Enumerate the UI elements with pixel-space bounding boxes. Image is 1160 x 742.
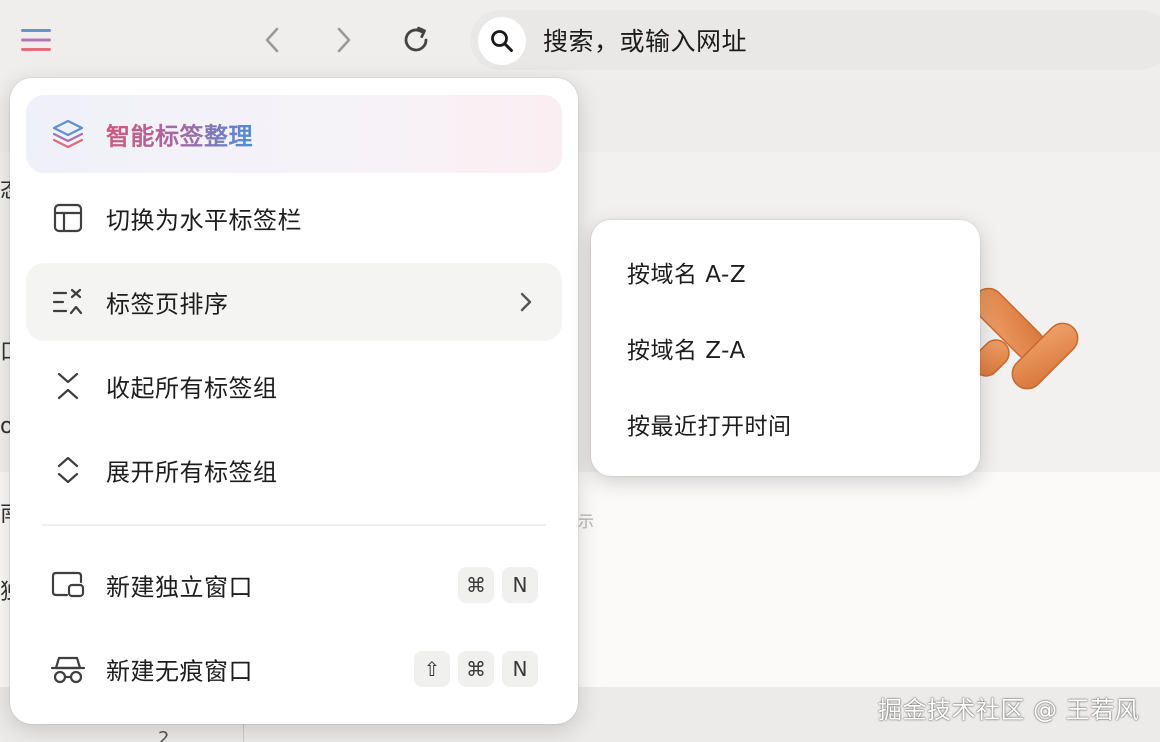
hamburger-menu-button[interactable]	[14, 20, 58, 60]
menu-item-horizontal-tabs[interactable]: 切换为水平标签栏	[26, 179, 562, 257]
background-text: o	[0, 414, 10, 439]
shortcut-shift-key: ⇧	[414, 651, 450, 687]
sort-icon	[50, 284, 86, 320]
submenu-item-label: 按最近打开时间	[627, 414, 792, 440]
background-text: 口	[0, 334, 10, 366]
reload-icon	[404, 26, 428, 52]
background-text: 示	[578, 512, 595, 531]
submenu-item-label: 按域名 Z-A	[627, 338, 746, 364]
toolbar: 搜索，或输入网址	[0, 0, 1160, 80]
shortcut-cmd-key: ⌘	[458, 651, 494, 687]
menu-item-sort-tabs[interactable]: 标签页排序	[26, 263, 562, 341]
submenu-item-label: 按域名 A-Z	[627, 262, 747, 288]
sort-by-recent[interactable]: 按最近打开时间	[605, 392, 965, 456]
watermark: 掘金技术社区 @ 王若风	[878, 696, 1140, 724]
incognito-icon	[50, 651, 86, 687]
layout-icon	[50, 200, 86, 236]
menu-item-expand-groups[interactable]: 展开所有标签组	[26, 431, 562, 509]
collapse-icon	[50, 368, 86, 404]
menu-item-label: 标签页排序	[106, 290, 229, 319]
menu-item-new-window[interactable]: 新建独立窗口 ⌘ N	[26, 546, 562, 624]
hamburger-icon	[21, 29, 51, 51]
menu-item-smart-tab-organize[interactable]: 智能标签整理	[26, 95, 562, 173]
browser-window: 搜索，或输入网址 态 口 o 南 独 示 2	[0, 0, 1160, 742]
back-button[interactable]	[254, 20, 290, 60]
chevron-right-icon	[520, 292, 532, 312]
brand-logo-icon	[972, 287, 1079, 390]
menu-divider	[42, 524, 546, 526]
forward-button[interactable]	[326, 20, 362, 60]
shortcut-n-key: N	[502, 567, 538, 603]
menu-item-label: 智能标签整理	[106, 117, 253, 152]
layers-icon	[50, 116, 86, 152]
reload-button[interactable]	[396, 20, 436, 60]
menu-item-label: 展开所有标签组	[106, 458, 278, 487]
menu-item-label: 新建独立窗口	[106, 573, 253, 602]
sort-by-domain-desc[interactable]: 按域名 Z-A	[605, 316, 965, 380]
address-search-button[interactable]	[478, 17, 526, 65]
main-menu: 智能标签整理 切换为水平标签栏 标签页排序 收起所有标签组 展开所有标签组 新建…	[10, 78, 578, 724]
sort-submenu: 按域名 A-Z 按域名 Z-A 按最近打开时间	[591, 220, 980, 476]
shortcut-n-key: N	[502, 651, 538, 687]
background-text: 南	[0, 496, 10, 528]
chevron-right-icon	[337, 27, 351, 53]
shortcut-cmd-key: ⌘	[458, 567, 494, 603]
search-icon	[491, 30, 513, 52]
menu-item-label: 收起所有标签组	[106, 374, 278, 403]
menu-item-label: 切换为水平标签栏	[106, 206, 302, 235]
sort-by-domain-asc[interactable]: 按域名 A-Z	[605, 240, 965, 304]
background-text: 2	[158, 728, 170, 742]
menu-item-collapse-groups[interactable]: 收起所有标签组	[26, 347, 562, 425]
new-window-icon	[50, 567, 86, 603]
chevron-left-icon	[265, 27, 279, 53]
menu-item-label: 新建无痕窗口	[106, 657, 253, 686]
background-text: 态	[0, 172, 10, 204]
background-text: 独	[0, 574, 10, 606]
menu-item-private-window[interactable]: 新建无痕窗口 ⇧ ⌘ N	[26, 630, 562, 708]
expand-icon	[50, 452, 86, 488]
address-input[interactable]: 搜索，或输入网址	[543, 22, 747, 58]
